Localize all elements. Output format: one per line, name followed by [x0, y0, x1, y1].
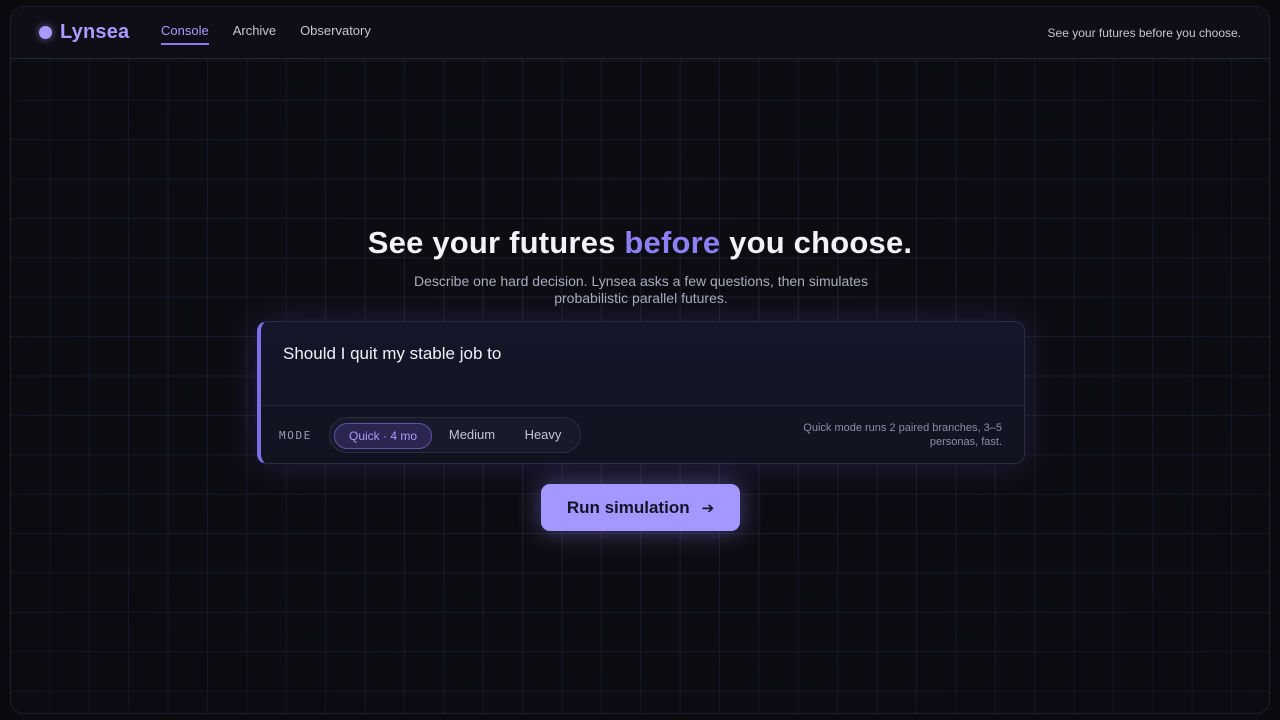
mode-hint: Quick mode runs 2 paired branches, 3–5 p…: [803, 422, 1002, 448]
app-frame: Lynsea Console Archive Observatory See y…: [10, 6, 1270, 714]
main-nav: Console Archive Observatory: [161, 23, 371, 45]
mode-selector: Quick · 4 mo Medium Heavy: [329, 417, 581, 453]
decision-input[interactable]: Should I quit my stable job to: [283, 344, 501, 364]
mode-option-medium[interactable]: Medium: [438, 423, 506, 449]
nav-item-archive[interactable]: Archive: [233, 23, 276, 45]
arrow-right-icon: ➔: [701, 499, 715, 517]
nav-item-observatory[interactable]: Observatory: [300, 23, 371, 45]
mode-label: MODE: [279, 429, 312, 442]
mode-option-quick[interactable]: Quick · 4 mo: [334, 423, 432, 449]
nav-item-console[interactable]: Console: [161, 23, 209, 45]
page-subtitle: Describe one hard decision. Lynsea asks …: [414, 273, 868, 306]
brand-name: Lynsea: [60, 21, 130, 43]
header-tagline: See your futures before you choose.: [1047, 26, 1241, 40]
mode-option-heavy[interactable]: Heavy: [512, 423, 574, 449]
headline-accent: before: [624, 225, 721, 260]
headline-part-1: See your futures: [367, 225, 625, 260]
top-bar: Lynsea Console Archive Observatory See y…: [11, 7, 1269, 59]
decision-prompt-card: Should I quit my stable job to MODE Quic…: [257, 321, 1025, 464]
brand-logo[interactable]: Lynsea: [39, 21, 129, 44]
card-divider: [261, 405, 1024, 406]
headline-part-2: you choose.: [720, 225, 913, 260]
run-simulation-button[interactable]: Run simulation ➔: [541, 484, 740, 531]
run-simulation-label: Run simulation: [566, 497, 690, 517]
page-title: See your futures before you choose.: [11, 225, 1269, 261]
brand-dot-icon: [39, 26, 52, 39]
